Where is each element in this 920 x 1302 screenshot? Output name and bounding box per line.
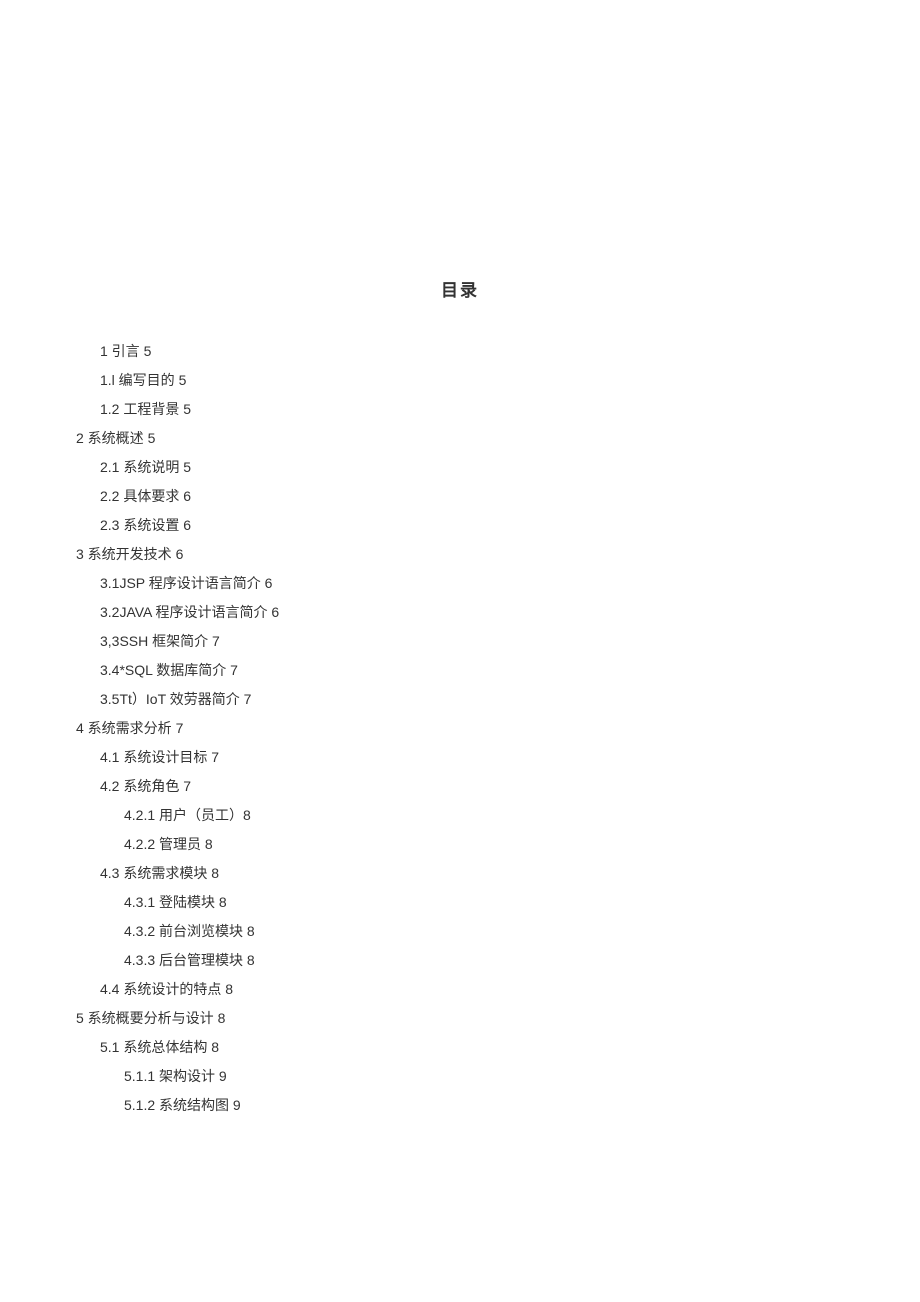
toc-entry: 3,3SSH 框架简介 7	[100, 627, 920, 656]
toc-entry: 3.4*SQL 数据库简介 7	[100, 656, 920, 685]
toc-entry: 4.4 系统设计的特点 8	[100, 975, 920, 1004]
toc-entry: 3.5Tt）IoT 效劳器简介 7	[100, 685, 920, 714]
toc-entry: 1 引言 5	[100, 337, 920, 366]
toc-entry: 1.l 编写目的 5	[100, 366, 920, 395]
toc-entry: 4.2.2 管理员 8	[124, 830, 920, 859]
toc-title: 目录	[0, 276, 920, 301]
toc-entry: 4.3.2 前台浏览模块 8	[124, 917, 920, 946]
toc-entry: 4.3.3 后台管理模块 8	[124, 946, 920, 975]
toc-entry: 3 系统开发技术 6	[76, 540, 920, 569]
toc-entry: 3.1JSP 程序设计语言简介 6	[100, 569, 920, 598]
toc-entry: 5.1.1 架构设计 9	[124, 1062, 920, 1091]
toc-entry: 2 系统概述 5	[76, 424, 920, 453]
toc-entry: 2.2 具体要求 6	[100, 482, 920, 511]
document-page: 目录 1 引言 5 1.l 编写目的 5 1.2 工程背景 5 2 系统概述 5…	[0, 0, 920, 1120]
toc-entry: 2.1 系统说明 5	[100, 453, 920, 482]
toc-entry: 4.2.1 用户（员工）8	[124, 801, 920, 830]
toc-entry: 4.3 系统需求模块 8	[100, 859, 920, 888]
toc-entry: 5.1.2 系统结构图 9	[124, 1091, 920, 1120]
toc-entry: 4.2 系统角色 7	[100, 772, 920, 801]
toc-entry: 5 系统概要分析与设计 8	[76, 1004, 920, 1033]
table-of-contents: 1 引言 5 1.l 编写目的 5 1.2 工程背景 5 2 系统概述 5 2.…	[76, 337, 920, 1120]
toc-entry: 4.3.1 登陆模块 8	[124, 888, 920, 917]
toc-entry: 5.1 系统总体结构 8	[100, 1033, 920, 1062]
toc-entry: 2.3 系统设置 6	[100, 511, 920, 540]
toc-entry: 4 系统需求分析 7	[76, 714, 920, 743]
toc-entry: 4.1 系统设计目标 7	[100, 743, 920, 772]
toc-entry: 1.2 工程背景 5	[100, 395, 920, 424]
toc-entry: 3.2JAVA 程序设计语言简介 6	[100, 598, 920, 627]
